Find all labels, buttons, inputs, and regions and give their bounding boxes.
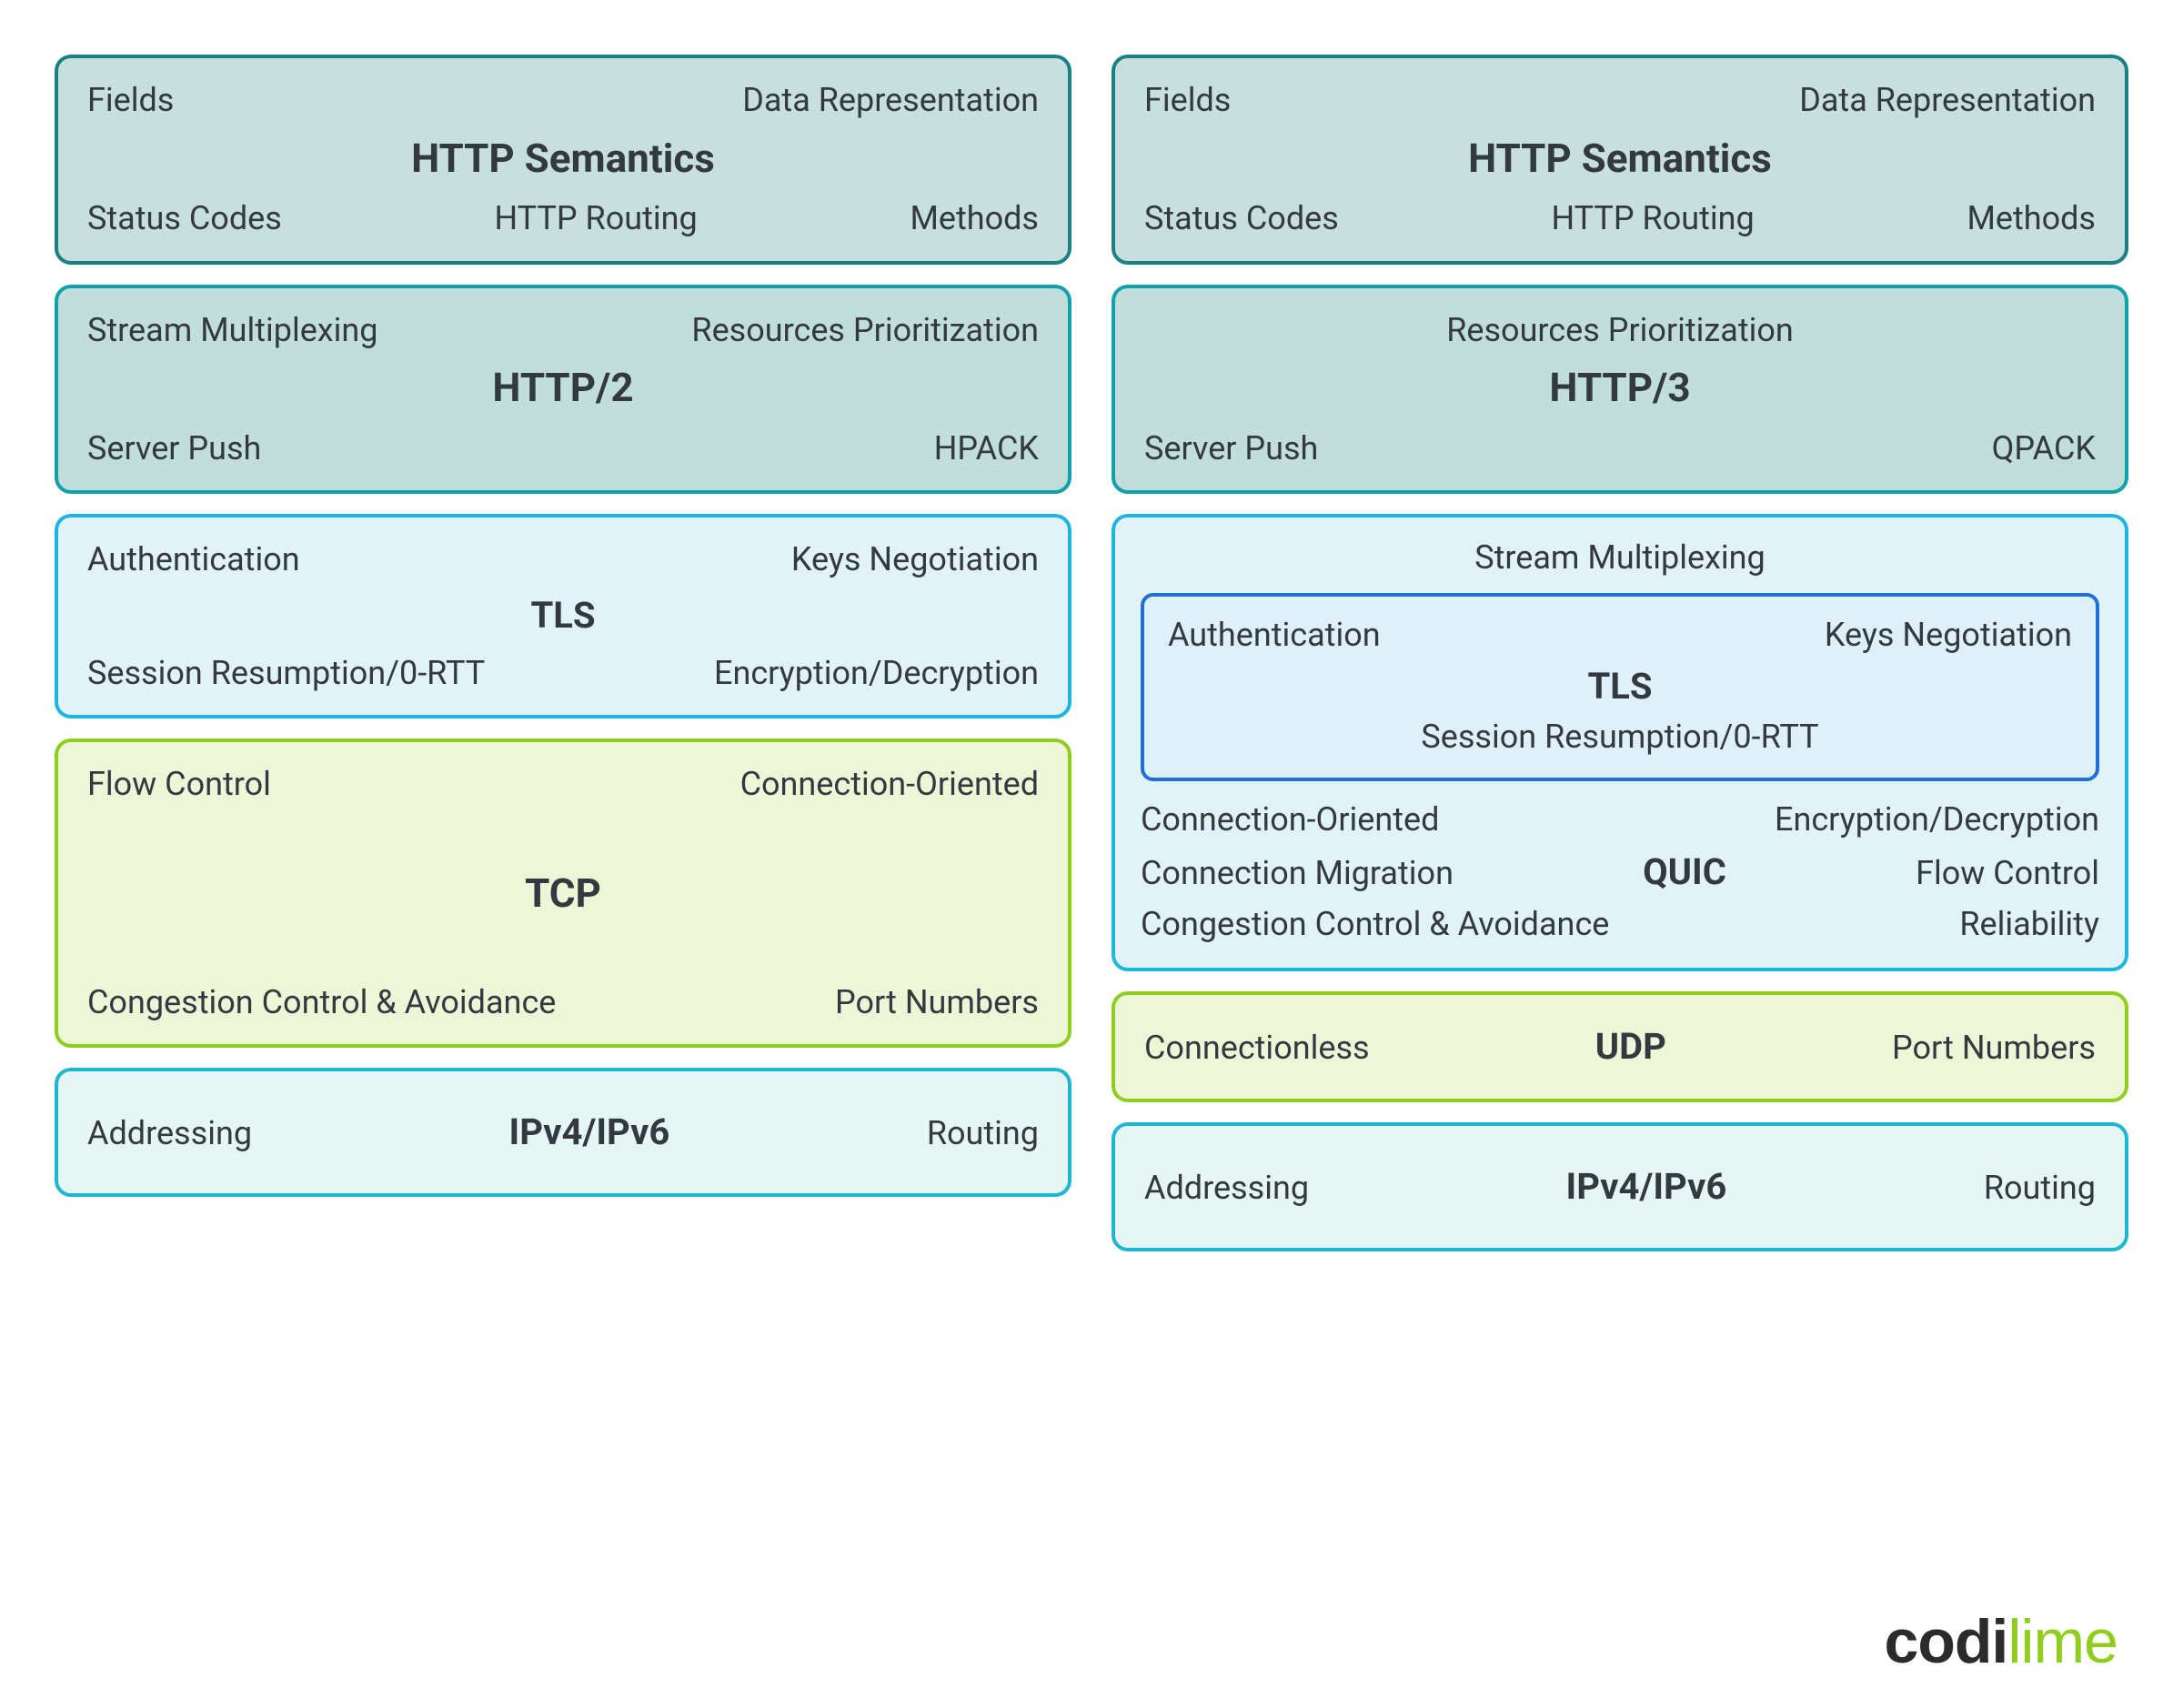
label-fields: Fields bbox=[1144, 78, 1231, 123]
label-connectionless: Connectionless bbox=[1144, 1026, 1370, 1070]
http-semantics-box-left: Fields Data Representation HTTP Semantic… bbox=[55, 55, 1071, 265]
tls-title: TLS bbox=[1587, 665, 1652, 708]
label-session-resumption: Session Resumption/0-RTT bbox=[87, 651, 485, 696]
http-semantics-box-right: Fields Data Representation HTTP Semantic… bbox=[1112, 55, 2128, 265]
logo-codi: codi bbox=[1885, 1607, 2008, 1676]
label-port-numbers: Port Numbers bbox=[1892, 1026, 2096, 1070]
label-status-codes: Status Codes bbox=[1144, 196, 1339, 241]
label-connection-migration: Connection Migration bbox=[1141, 851, 1454, 896]
label-congestion-control: Congestion Control & Avoidance bbox=[1141, 902, 1609, 947]
http3-box: Resources Prioritization HTTP/3 Server P… bbox=[1112, 285, 2128, 495]
label-resources-prioritization: Resources Prioritization bbox=[691, 308, 1039, 353]
tls-title: TLS bbox=[530, 594, 595, 637]
codilime-logo: codilime bbox=[1885, 1606, 2118, 1677]
ip-box-right: Addressing IPv4/IPv6 Routing bbox=[1112, 1122, 2128, 1251]
label-port-numbers: Port Numbers bbox=[835, 980, 1039, 1025]
label-status-codes: Status Codes bbox=[87, 196, 282, 241]
label-stream-multiplexing: Stream Multiplexing bbox=[1141, 536, 2099, 580]
label-connection-oriented: Connection-Oriented bbox=[1141, 798, 1439, 842]
label-encryption-decryption: Encryption/Decryption bbox=[714, 651, 1039, 696]
ip-box-left: Addressing IPv4/IPv6 Routing bbox=[55, 1068, 1071, 1197]
http-semantics-title: HTTP Semantics bbox=[1468, 135, 1772, 182]
right-column-http3-stack: Fields Data Representation HTTP Semantic… bbox=[1112, 55, 2128, 1251]
label-server-push: Server Push bbox=[87, 427, 261, 471]
label-authentication: Authentication bbox=[1168, 613, 1381, 658]
label-routing: Routing bbox=[1984, 1166, 2096, 1211]
quic-box: Stream Multiplexing Authentication Keys … bbox=[1112, 514, 2128, 971]
tcp-title: TCP bbox=[525, 869, 601, 917]
label-hpack: HPACK bbox=[934, 427, 1039, 471]
label-keys-negotiation: Keys Negotiation bbox=[1825, 613, 2072, 658]
ip-title: IPv4/IPv6 bbox=[252, 1108, 927, 1157]
label-routing: Routing bbox=[927, 1111, 1039, 1156]
label-server-push: Server Push bbox=[1144, 427, 1318, 471]
tls-box-inside-quic: Authentication Keys Negotiation TLS Sess… bbox=[1141, 593, 2099, 781]
udp-box: Connectionless UDP Port Numbers bbox=[1112, 991, 2128, 1102]
label-addressing: Addressing bbox=[87, 1111, 252, 1156]
ip-title: IPv4/IPv6 bbox=[1309, 1162, 1984, 1211]
http3-title: HTTP/3 bbox=[1549, 364, 1690, 411]
tls-box-left: Authentication Keys Negotiation TLS Sess… bbox=[55, 514, 1071, 718]
left-column-http2-stack: Fields Data Representation HTTP Semantic… bbox=[55, 55, 1071, 1251]
label-flow-control: Flow Control bbox=[1916, 851, 2099, 896]
http-semantics-title: HTTP Semantics bbox=[411, 135, 715, 182]
quic-title: QUIC bbox=[1454, 848, 1916, 897]
label-resources-prioritization: Resources Prioritization bbox=[1446, 308, 1794, 353]
label-methods: Methods bbox=[1967, 196, 2096, 241]
label-flow-control: Flow Control bbox=[87, 762, 271, 807]
label-http-routing: HTTP Routing bbox=[282, 196, 910, 241]
label-authentication: Authentication bbox=[87, 538, 300, 582]
label-congestion-control: Congestion Control & Avoidance bbox=[87, 980, 556, 1025]
label-data-representation: Data Representation bbox=[1799, 78, 2096, 123]
label-fields: Fields bbox=[87, 78, 174, 123]
logo-lime: lime bbox=[2007, 1607, 2118, 1676]
label-session-resumption: Session Resumption/0-RTT bbox=[1421, 715, 1818, 759]
label-stream-multiplexing: Stream Multiplexing bbox=[87, 308, 378, 353]
label-data-representation: Data Representation bbox=[742, 78, 1039, 123]
label-keys-negotiation: Keys Negotiation bbox=[791, 538, 1039, 582]
label-methods: Methods bbox=[910, 196, 1039, 241]
diagram-columns: Fields Data Representation HTTP Semantic… bbox=[55, 55, 2128, 1251]
label-http-routing: HTTP Routing bbox=[1339, 196, 1967, 241]
label-addressing: Addressing bbox=[1144, 1166, 1309, 1211]
label-reliability: Reliability bbox=[1959, 902, 2099, 947]
http2-box: Stream Multiplexing Resources Prioritiza… bbox=[55, 285, 1071, 495]
tcp-box: Flow Control Connection-Oriented TCP Con… bbox=[55, 738, 1071, 1048]
label-qpack: QPACK bbox=[1992, 427, 2096, 471]
label-connection-oriented: Connection-Oriented bbox=[740, 762, 1039, 807]
http2-title: HTTP/2 bbox=[492, 364, 633, 411]
quic-features: Connection-Oriented Encryption/Decryptio… bbox=[1141, 798, 2099, 946]
udp-title: UDP bbox=[1370, 1022, 1892, 1071]
label-encryption-decryption: Encryption/Decryption bbox=[1775, 798, 2099, 842]
